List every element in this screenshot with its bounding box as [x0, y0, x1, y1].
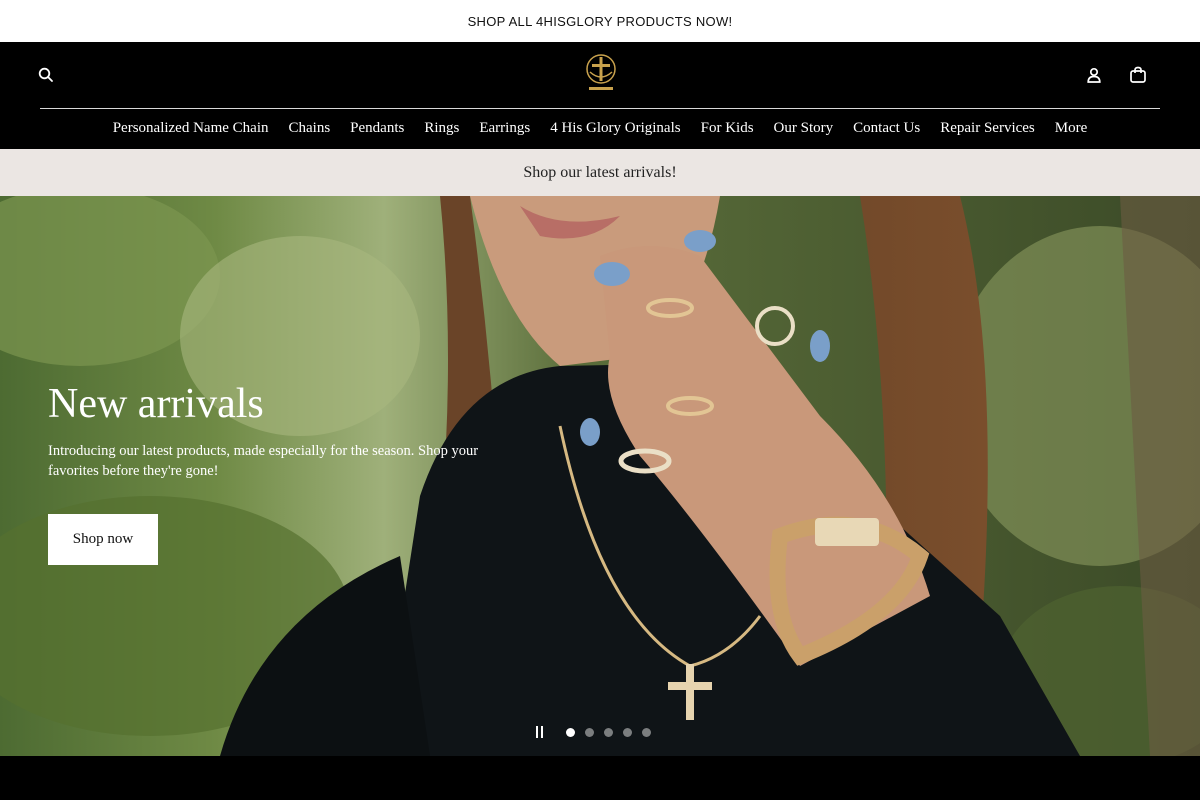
nav-item-repair-services[interactable]: Repair Services — [930, 120, 1045, 137]
promo-banner: Shop our latest arrivals! — [0, 149, 1200, 196]
nav-item-earrings[interactable]: Earrings — [469, 120, 540, 137]
nav-item-for-kids[interactable]: For Kids — [691, 120, 764, 137]
hero-content: New arrivals Introducing our latest prod… — [48, 381, 488, 481]
nav-item-personalized-name-chain[interactable]: Personalized Name Chain — [103, 120, 279, 137]
nav-item-our-story[interactable]: Our Story — [764, 120, 844, 137]
hero-title: New arrivals — [48, 381, 264, 427]
site-header: Personalized Name Chain Chains Pendants … — [0, 42, 1200, 149]
nav-item-4-his-glory-originals[interactable]: 4 His Glory Originals — [540, 120, 690, 137]
search-icon — [38, 67, 53, 82]
promo-text[interactable]: Shop our latest arrivals! — [523, 164, 676, 182]
search-button[interactable] — [34, 63, 58, 87]
header-top — [0, 42, 1200, 108]
brand-logo[interactable] — [584, 54, 618, 94]
shop-now-button[interactable]: Shop now — [48, 514, 158, 565]
nav-item-rings[interactable]: Rings — [414, 120, 469, 137]
nav-item-more[interactable]: More — [1045, 120, 1098, 137]
cart-icon — [1130, 66, 1146, 83]
account-icon — [1087, 67, 1101, 83]
main-nav: Personalized Name Chain Chains Pendants … — [0, 108, 1200, 149]
slide-dot-3[interactable] — [604, 727, 613, 737]
hero-slideshow: New arrivals Introducing our latest prod… — [0, 196, 1200, 756]
announcement-text[interactable]: SHOP ALL 4HISGLORY PRODUCTS NOW! — [468, 14, 733, 29]
slide-dot-4[interactable] — [623, 727, 632, 737]
page-bottom — [0, 756, 1200, 800]
slide-dot-1[interactable] — [566, 727, 575, 737]
account-button[interactable] — [1082, 63, 1106, 87]
nav-item-chains[interactable]: Chains — [279, 120, 341, 137]
cart-button[interactable] — [1126, 63, 1150, 87]
slide-dot-2[interactable] — [585, 727, 594, 737]
hero-subtitle: Introducing our latest products, made es… — [48, 443, 479, 480]
announcement-bar: SHOP ALL 4HISGLORY PRODUCTS NOW! — [0, 0, 1200, 42]
nav-item-pendants[interactable]: Pendants — [340, 120, 414, 137]
slide-dot-5[interactable] — [642, 727, 651, 737]
nav-item-contact-us[interactable]: Contact Us — [843, 120, 930, 137]
slideshow-controls — [536, 726, 661, 738]
pause-icon[interactable] — [536, 726, 548, 738]
